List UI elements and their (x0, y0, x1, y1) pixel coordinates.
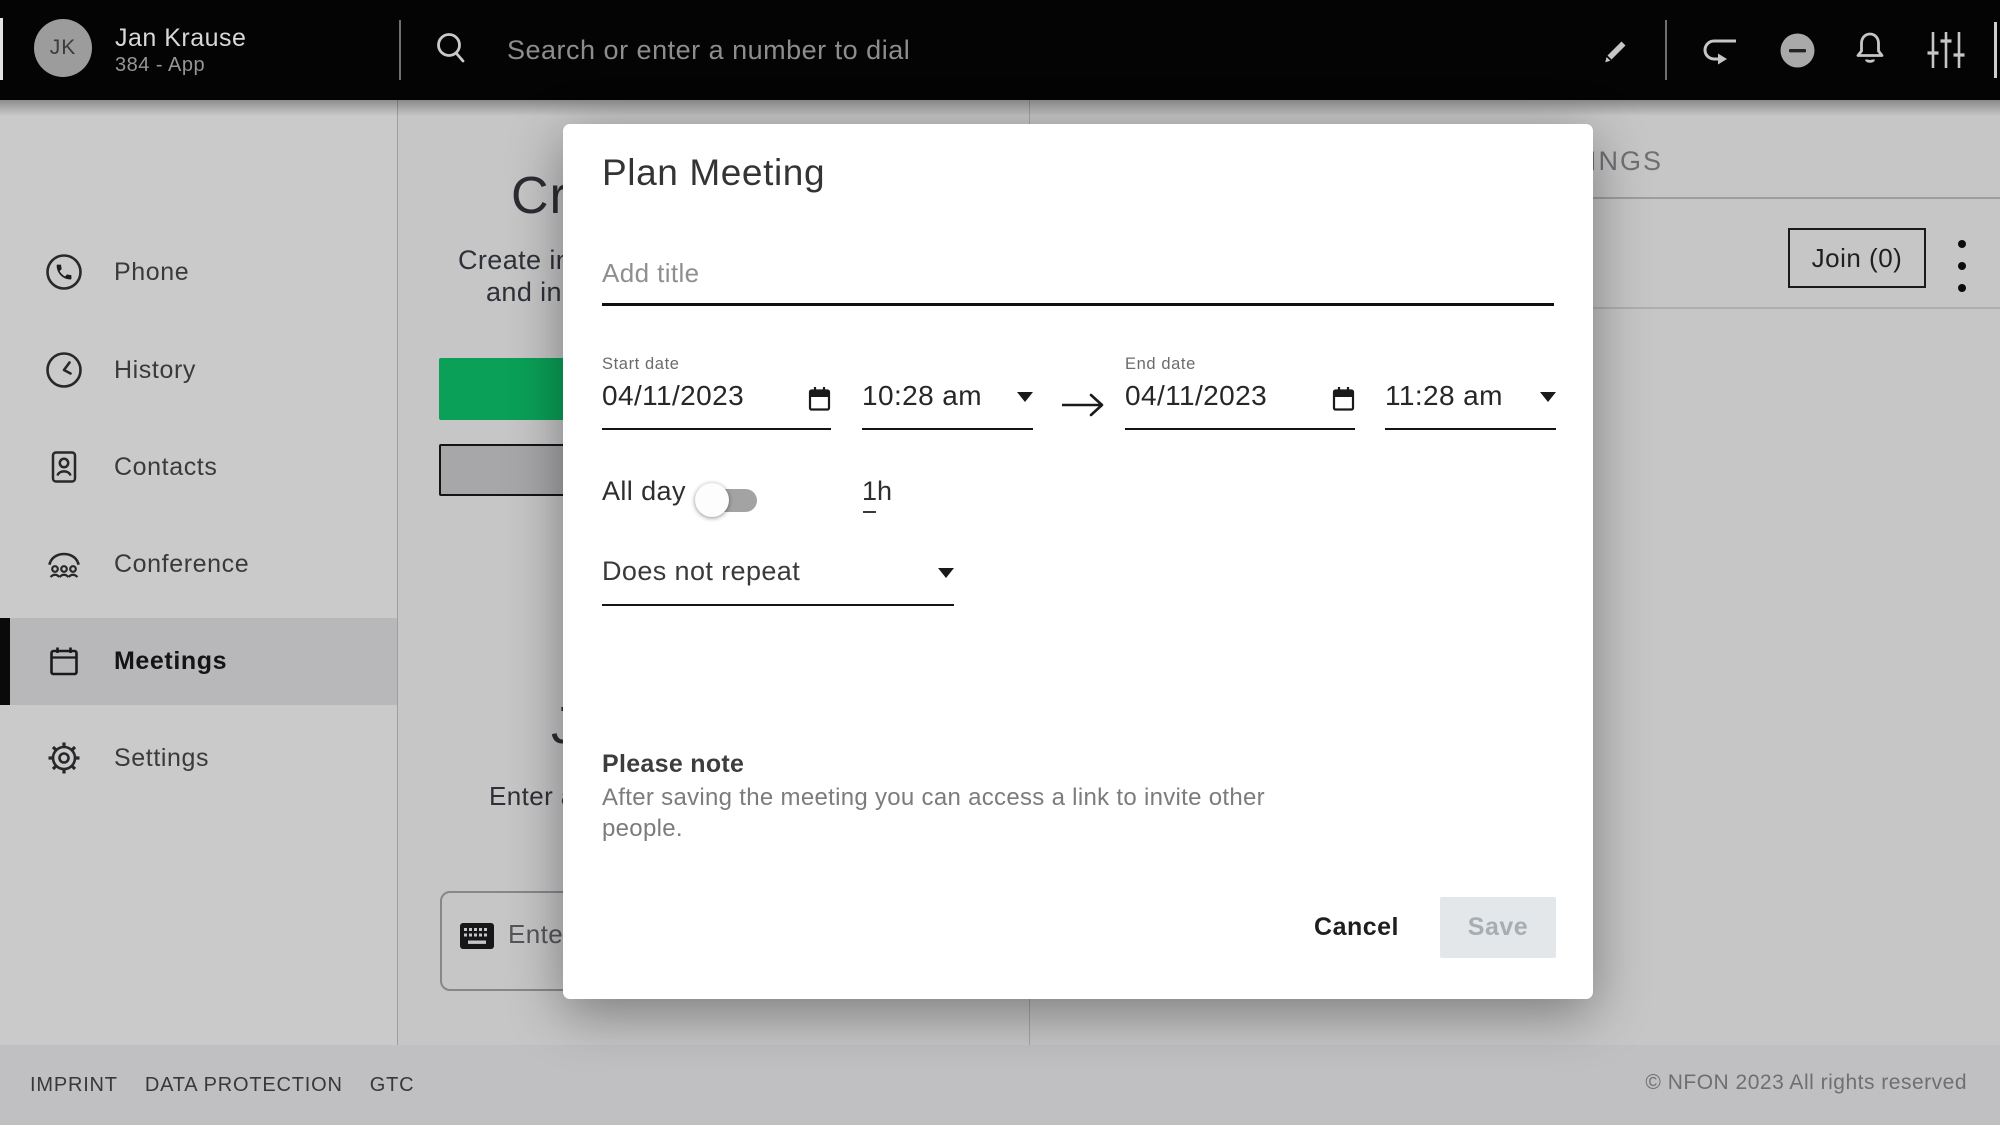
calendar-picker-icon[interactable] (1332, 386, 1355, 418)
plan-meeting-modal: Plan Meeting Start date 04/11/2023 10:28… (563, 124, 1593, 999)
topbar-divider (399, 20, 401, 80)
conference-icon (45, 545, 83, 583)
phone-icon (45, 253, 83, 291)
all-day-toggle[interactable] (695, 480, 757, 520)
create-meeting-heading: Cr (511, 166, 568, 226)
app-window: JK Jan Krause 384 - App (0, 0, 2000, 1125)
create-meeting-subtitle-line2: and in (486, 277, 562, 308)
sidebar-item-meetings[interactable]: Meetings (0, 618, 397, 705)
sidebar-item-label: Conference (114, 550, 249, 579)
end-date-value: 04/11/2023 (1125, 380, 1267, 412)
topbar-divider (1665, 20, 1667, 80)
end-time-value: 11:28 am (1385, 380, 1503, 412)
audio-tuner-icon[interactable] (1926, 29, 1966, 76)
sidebar-item-settings[interactable]: Settings (0, 728, 397, 788)
footer-link-data-protection[interactable]: DATA PROTECTION (145, 1074, 343, 1097)
all-day-label: All day (602, 476, 686, 507)
search-input[interactable] (505, 25, 1145, 75)
topbar-right-divider (1994, 22, 1997, 78)
meeting-options-kebab-icon[interactable] (1954, 240, 1970, 292)
sidebar-item-label: Meetings (114, 647, 227, 676)
footer-link-imprint[interactable]: IMPRINT (30, 1074, 118, 1097)
start-date-field[interactable]: 04/11/2023 (602, 380, 831, 430)
meetings-calendar-icon (45, 643, 83, 681)
duration-value: 1h (862, 476, 892, 507)
avatar-initials: JK (50, 36, 77, 60)
start-date-value: 04/11/2023 (602, 380, 744, 412)
calendar-picker-icon[interactable] (808, 386, 831, 418)
note-body-line1: After saving the meeting you can access … (602, 784, 1265, 812)
call-redirect-icon[interactable] (1700, 32, 1740, 75)
note-title: Please note (602, 750, 744, 779)
copyright-text: © NFON 2023 All rights reserved (1645, 1071, 1967, 1095)
sidebar-item-contacts[interactable]: Contacts (0, 437, 397, 497)
settings-gear-icon (45, 739, 83, 777)
search-icon (432, 28, 472, 77)
end-date-field[interactable]: 04/11/2023 (1125, 380, 1355, 430)
create-meeting-subtitle-line1: Create in (458, 245, 571, 276)
cancel-button[interactable]: Cancel (1310, 913, 1403, 942)
note-body-line2: people. (602, 815, 683, 843)
chevron-down-icon (938, 568, 954, 578)
modal-actions: Cancel Save (1310, 897, 1556, 958)
end-date-label: End date (1125, 355, 1196, 374)
repeat-select[interactable]: Does not repeat (602, 556, 954, 606)
user-extension: 384 - App (115, 54, 205, 77)
window-edge-divider (0, 18, 3, 80)
end-time-field[interactable]: 11:28 am (1385, 380, 1556, 430)
user-name: Jan Krause (115, 24, 246, 53)
sidebar-item-label: Phone (114, 258, 189, 287)
history-clock-icon (45, 351, 83, 389)
chevron-down-icon (1540, 392, 1556, 402)
sidebar-item-conference[interactable]: Conference (0, 534, 397, 594)
sidebar: Phone History Contacts (0, 100, 398, 1045)
arrow-right-icon (1060, 390, 1106, 425)
footer: IMPRINT DATA PROTECTION GTC © NFON 2023 … (0, 1045, 2000, 1125)
notifications-bell-icon[interactable] (1853, 28, 1887, 75)
sidebar-item-phone[interactable]: Phone (0, 242, 397, 302)
meeting-title-input[interactable] (602, 258, 1554, 306)
sidebar-item-history[interactable]: History (0, 340, 397, 400)
save-button[interactable]: Save (1440, 897, 1556, 958)
start-time-value: 10:28 am (862, 380, 982, 412)
sidebar-item-label: Contacts (114, 453, 217, 482)
start-time-field[interactable]: 10:28 am (862, 380, 1033, 430)
footer-links: IMPRINT DATA PROTECTION GTC (0, 1074, 414, 1097)
status-dnd-icon[interactable] (1779, 32, 1816, 74)
toggle-knob (695, 483, 729, 517)
duration-underline (863, 511, 876, 513)
sidebar-item-label: Settings (114, 744, 209, 773)
compose-pencil-icon[interactable] (1598, 33, 1630, 72)
repeat-value: Does not repeat (602, 556, 800, 587)
start-date-label: Start date (602, 355, 680, 374)
join-meeting-count-button[interactable]: Join (0) (1788, 228, 1926, 288)
avatar[interactable]: JK (34, 19, 92, 77)
footer-link-gtc[interactable]: GTC (370, 1074, 415, 1097)
keyboard-icon (459, 922, 495, 955)
topbar: JK Jan Krause 384 - App (0, 0, 2000, 100)
sidebar-item-label: History (114, 356, 196, 385)
modal-title: Plan Meeting (602, 152, 825, 194)
chevron-down-icon (1017, 392, 1033, 402)
contacts-icon (45, 448, 83, 486)
